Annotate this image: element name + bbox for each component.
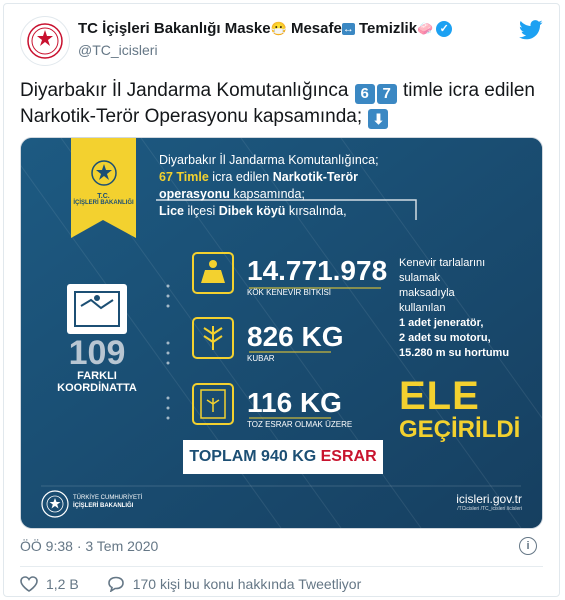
display-name[interactable]: TC İçişleri Bakanlığı Maske😷 Mesafe↔ Tem… [78,20,453,38]
down-arrow-emoji-icon: ⬇ [368,109,389,129]
reply-count-text: 170 kişi bu konu hakkında Tweetliyor [132,576,362,592]
twitter-bird-icon[interactable] [518,20,543,45]
stat-kubar: 826 KG KUBAR [247,321,344,364]
website-label: icisleri.gov.tr [456,492,522,506]
soap-emoji-icon: 🧼 [417,21,434,37]
verified-badge-icon: ✓ [436,21,453,38]
user-handle[interactable]: @TC_icisleri [78,42,158,58]
coordinates-label-1: FARKLI [77,370,117,382]
stat-plants-label: KÖK KENEVİR BİTKİSİ [247,288,332,297]
keycap-6-icon: 6 [354,84,375,104]
like-count: 1,2 B [46,576,79,592]
stat-powder-label: TOZ ESRAR OLMAK ÜZERE [247,420,353,429]
tweet-text: Diyarbakır İl Jandarma Komutanlığınca 67… [20,80,535,129]
ministry-name-label: İÇİŞLERİ BAKANLIĞI [73,200,134,206]
tweet-actions: 1,2 B 170 kişi bu konu hakkında Tweetliy… [20,576,361,592]
coordinates-count: 109 [68,334,126,372]
info-icon[interactable]: i [519,537,537,555]
ministry-top-label: T.C. [97,193,110,200]
keycap-7-icon: 7 [376,84,397,104]
seized-label: ELE GEÇİRİLDİ [399,376,520,444]
heart-icon [20,576,38,592]
like-button[interactable]: 1,2 B [20,576,79,592]
stat-kubar-label: KUBAR [247,354,275,363]
ministry-crest: T.C. İÇİŞLERİ BAKANLIĞI [71,158,136,206]
total-label: TOPLAM 940 KG ESRAR [189,448,377,465]
infographic-intro: Diyarbakır İl Jandarma Komutanlığınca; 6… [159,153,379,218]
ministry-avatar[interactable] [20,16,70,66]
tweet-card: TC İçişleri Bakanlığı Maske😷 Mesafe↔ Tem… [3,3,560,597]
coordinates-block: 109 FARKLI KOORDİNATTA [49,336,145,394]
reply-discussion-link[interactable]: 170 kişi bu konu hakkında Tweetliyor [107,576,362,592]
crest-icon [90,160,117,186]
seized-label-ele: ELE [399,374,480,418]
divider [20,566,543,567]
stat-kubar-value: 826 KG [247,321,344,352]
footer-ministry: TÜRKİYE CUMHURİYETİ İÇİŞLERİ BAKANLIĞI [73,495,143,509]
coordinates-label-2: KOORDİNATTA [57,382,137,394]
infographic-image[interactable]: T.C. İÇİŞLERİ BAKANLIĞI Diyarbakır İl Ja… [20,137,543,529]
footer-website: icisleri.gov.tr /TCicisleri /TC_icisleri… [456,492,522,512]
seized-label-gecirildi: GEÇİRİLDİ [399,416,521,443]
stat-plants-value: 14.771.978 [247,255,388,286]
reply-bubble-icon [107,576,124,592]
stat-powder: 116 KG TOZ ESRAR OLMAK ÜZERE [247,387,353,430]
stat-plants: 14.771.978 KÖK KENEVİR BİTKİSİ [247,255,388,298]
timestamp[interactable]: ÖÖ 9:38 · 3 Tem 2020 [20,538,158,554]
social-handles: /TCicisleri /TC_icisleri /icisleri [457,506,522,512]
equipment-text: Kenevir tarlalarını sulamak maksadıyla k… [399,257,510,359]
left-right-arrow-emoji-icon: ↔ [341,23,355,36]
stat-powder-value: 116 KG [247,387,342,418]
mask-emoji-icon: 😷 [270,21,287,37]
